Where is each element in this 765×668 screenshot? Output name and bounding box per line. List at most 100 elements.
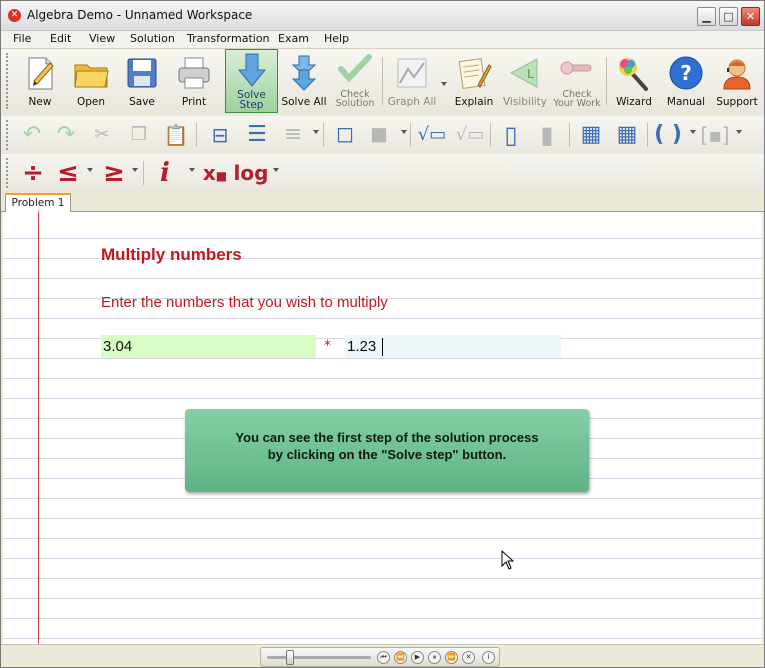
toolbar-separator: [143, 161, 144, 185]
replay-slider-track[interactable]: [267, 656, 371, 659]
absolute-value-icon[interactable]: ▯: [495, 121, 527, 149]
redo-icon[interactable]: ↷: [51, 121, 81, 149]
less-equal-dropdown-icon[interactable]: [87, 168, 93, 172]
paste-icon[interactable]: 📋: [161, 121, 191, 149]
determinant-icon[interactable]: ▦: [611, 121, 643, 149]
imaginary-dropdown-icon[interactable]: [189, 168, 195, 172]
close-button[interactable]: ✕: [741, 7, 760, 26]
arrow-down-icon: [237, 53, 266, 87]
copy-icon[interactable]: ❐: [126, 121, 152, 149]
app-icon: ✕: [8, 9, 21, 22]
align-dropdown-icon[interactable]: [313, 130, 319, 134]
hint-tooltip: You can see the first step of the soluti…: [185, 409, 589, 492]
menu-view[interactable]: View: [89, 32, 115, 45]
wizard-button[interactable]: Wizard: [610, 49, 658, 113]
app-window: ✕ Algebra Demo - Unnamed Workspace ▁ □ ✕…: [0, 0, 765, 668]
next-step-icon[interactable]: ⏩: [445, 651, 458, 664]
previous-step-icon[interactable]: ⏪: [394, 651, 407, 664]
undo-icon[interactable]: ↶: [17, 121, 47, 149]
parentheses-dropdown-icon[interactable]: [690, 130, 696, 134]
manual-button[interactable]: ? Manual: [660, 49, 712, 113]
toolbar-separator: [382, 57, 383, 105]
power-icon[interactable]: ◻: [329, 121, 361, 149]
operand-b-input[interactable]: [345, 335, 561, 358]
open-button[interactable]: Open: [66, 49, 116, 113]
toolbar-grip[interactable]: [6, 120, 10, 150]
check-your-work-button[interactable]: Check Your Work: [551, 49, 603, 113]
play-icon[interactable]: ▶: [411, 651, 424, 664]
graph-dropdown-icon[interactable]: [441, 82, 447, 86]
tab-problem-1[interactable]: Problem 1: [5, 193, 71, 213]
problem-prompt: Enter the numbers that you wish to multi…: [101, 294, 388, 311]
triangle-l-icon: L: [509, 58, 538, 88]
maximize-button[interactable]: □: [719, 7, 738, 26]
toolbar-grip[interactable]: [6, 53, 10, 109]
norm-icon[interactable]: ▮: [531, 121, 563, 149]
operand-a-input[interactable]: [101, 335, 316, 358]
align-center-icon[interactable]: ≡: [277, 121, 309, 149]
log-dropdown-icon[interactable]: [273, 168, 279, 172]
graph-all-button[interactable]: Graph All: [386, 49, 438, 113]
window-title: Algebra Demo - Unnamed Workspace: [27, 8, 253, 22]
solve-all-button[interactable]: Solve All: [280, 49, 328, 113]
problem-heading: Multiply numbers: [101, 245, 242, 264]
new-button[interactable]: New: [15, 49, 65, 113]
margin-line: [38, 212, 39, 644]
svg-text:?: ?: [680, 61, 692, 85]
toolbar-separator: [323, 123, 324, 147]
check-solution-button[interactable]: Check Solution: [332, 49, 378, 113]
hint-line-1: You can see the first step of the soluti…: [235, 430, 539, 445]
explain-button[interactable]: Explain: [449, 49, 499, 113]
stop-icon[interactable]: ✕: [462, 651, 475, 664]
main-toolbar: New Open Save Print Solve Step Solve All…: [1, 49, 764, 114]
replay-slider-thumb[interactable]: [286, 650, 294, 665]
menu-solution[interactable]: Solution: [130, 32, 175, 45]
subscript-button[interactable]: x■: [201, 159, 229, 187]
save-button[interactable]: Save: [117, 49, 167, 113]
workspace[interactable]: Multiply numbers Enter the numbers that …: [3, 212, 762, 644]
bracket-icon[interactable]: [▪]: [698, 121, 732, 149]
toolbar-grip[interactable]: [6, 158, 10, 188]
parentheses-icon[interactable]: ( ): [651, 121, 685, 149]
align-rows-icon[interactable]: ☰: [241, 121, 273, 149]
matrix-icon[interactable]: ▦: [575, 121, 607, 149]
solve-step-button[interactable]: Solve Step: [225, 49, 278, 113]
greater-equal-button[interactable]: ≥: [100, 159, 128, 187]
menu-transformation[interactable]: Transformation: [187, 32, 270, 45]
floppy-disk-icon: [127, 58, 157, 88]
minimize-button[interactable]: ▁: [697, 7, 716, 26]
pause-icon[interactable]: ⏸: [428, 651, 441, 664]
toolbar-separator: [410, 123, 411, 147]
menu-edit[interactable]: Edit: [50, 32, 71, 45]
toolbar-separator: [569, 123, 570, 147]
menu-bar: File Edit View Solution Transformation E…: [1, 31, 764, 49]
first-step-icon[interactable]: ⏮: [377, 651, 390, 664]
divide-button[interactable]: ÷: [18, 159, 48, 187]
print-button[interactable]: Print: [168, 49, 220, 113]
menu-help[interactable]: Help: [324, 32, 349, 45]
cut-icon[interactable]: ✂: [89, 121, 115, 149]
problem-tabs: Problem 1: [1, 192, 764, 213]
subscript-box-icon[interactable]: ◼: [363, 121, 395, 149]
bracket-dropdown-icon[interactable]: [736, 130, 742, 134]
menu-exam[interactable]: Exam: [278, 32, 309, 45]
log-button[interactable]: log: [233, 159, 269, 187]
visibility-button[interactable]: L Visibility: [500, 49, 550, 113]
less-equal-button[interactable]: ≤: [54, 159, 82, 187]
fraction-icon[interactable]: ⊟: [204, 121, 236, 149]
help-question-icon: ?: [669, 56, 703, 90]
imaginary-unit-button[interactable]: i: [151, 159, 179, 187]
folder-icon: [74, 64, 109, 88]
support-agent-icon: [723, 59, 751, 90]
support-button[interactable]: Support: [713, 49, 761, 113]
subscript-dot-icon: ■: [215, 169, 228, 183]
greater-equal-dropdown-icon[interactable]: [132, 168, 138, 172]
title-bar: ✕ Algebra Demo - Unnamed Workspace ▁ □ ✕: [1, 1, 764, 31]
menu-file[interactable]: File: [13, 32, 31, 45]
info-icon[interactable]: i: [482, 651, 495, 664]
sqrt-icon[interactable]: √▭: [415, 121, 449, 149]
nth-root-icon[interactable]: √▭: [453, 121, 487, 149]
checkmark-icon: [338, 54, 372, 83]
magic-wand-icon: [619, 58, 648, 91]
power-dropdown-icon[interactable]: [401, 130, 407, 134]
